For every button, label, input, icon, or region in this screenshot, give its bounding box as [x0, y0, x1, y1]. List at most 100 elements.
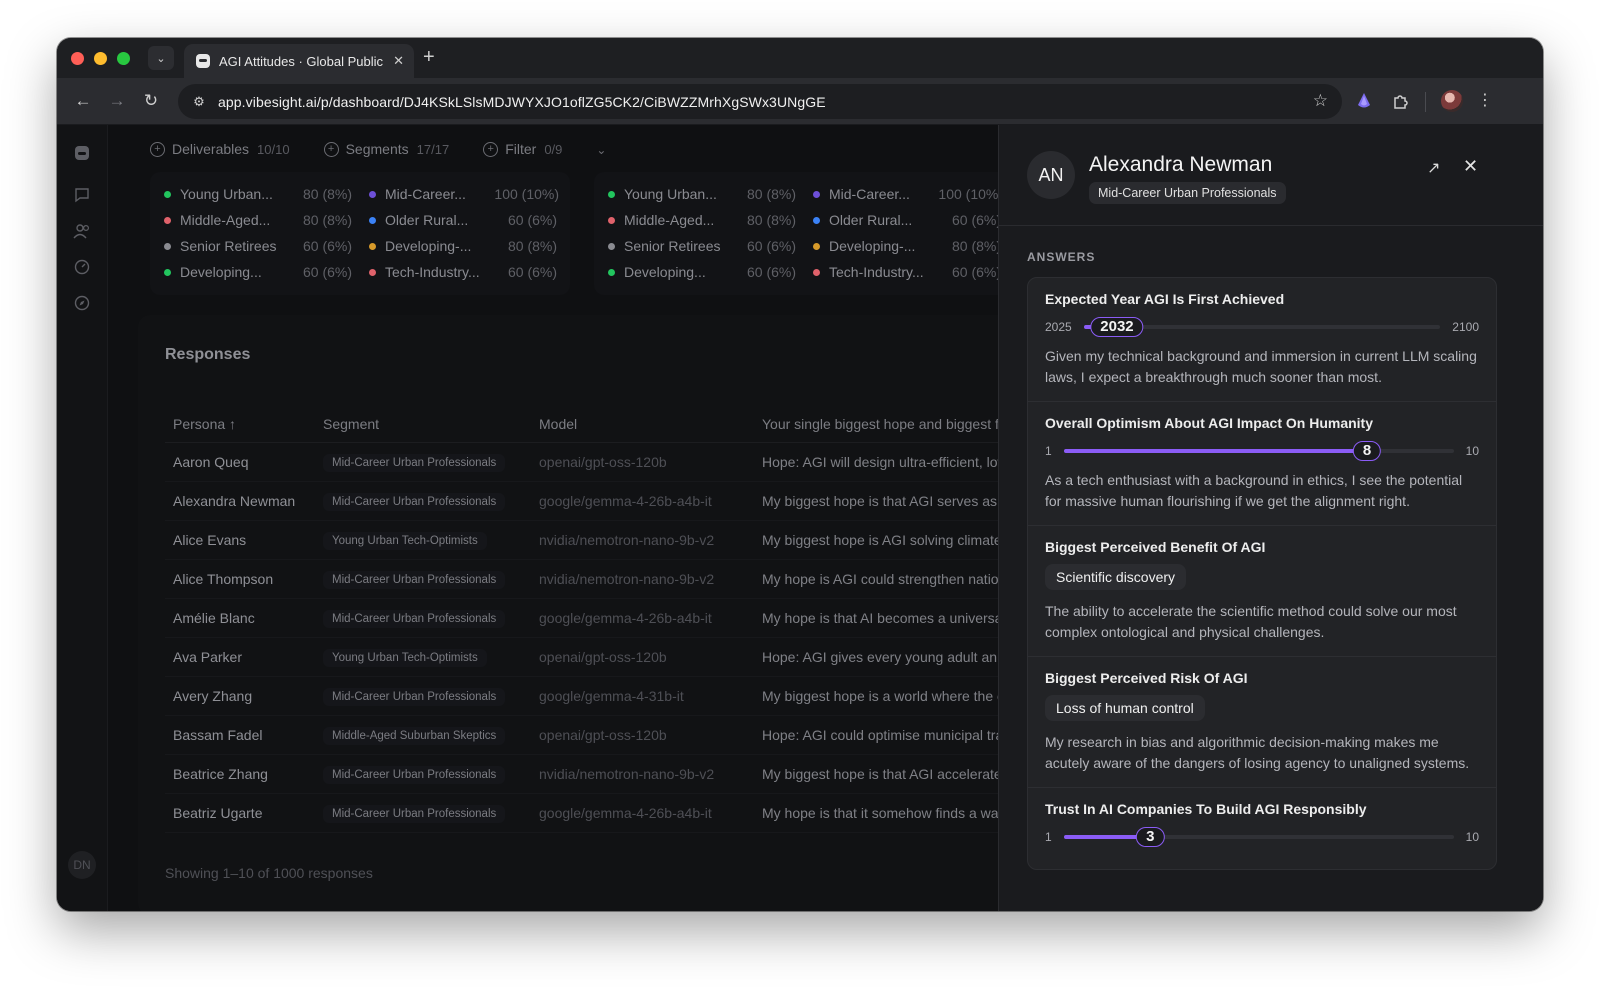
answer-question: Biggest Perceived Risk Of AGI	[1045, 670, 1248, 686]
segment-legend-item[interactable]: Mid-Career... 100 (10%)	[369, 186, 559, 202]
extensions-puzzle-icon[interactable]	[1390, 90, 1412, 112]
segment-color-dot	[813, 268, 820, 276]
segment-legend-item[interactable]: Middle-Aged... 80 (8%)	[608, 212, 798, 228]
segment-cell: Mid-Career Urban Professionals	[313, 687, 533, 706]
table-row[interactable]: Bassam Fadel Middle-Aged Suburban Skepti…	[165, 716, 998, 755]
answer-item: Trust In AI Companies To Build AGI Respo…	[1028, 788, 1496, 869]
segment-name: Developing-...	[829, 238, 916, 254]
site-settings-icon[interactable]: ⚙	[190, 93, 208, 111]
reload-icon[interactable]: ↻	[139, 89, 163, 113]
chevron-down-icon: ⌄	[596, 143, 607, 157]
column-header-question[interactable]: Your single biggest hope and biggest fea…	[753, 416, 998, 432]
expand-filters-button[interactable]: ⌄	[596, 141, 606, 157]
segment-legend: Young Urban... 80 (8%) Mid-Career... 100 (1…	[608, 186, 998, 280]
tab-search-chevron-icon[interactable]: ⌄	[148, 46, 174, 70]
segment-count: 80 (8%)	[952, 238, 998, 254]
segment-color-dot	[608, 268, 615, 276]
browser-menu-icon[interactable]: ⋮	[1477, 90, 1493, 110]
forward-arrow-icon[interactable]: →	[105, 89, 129, 113]
segment-color-dot	[369, 216, 376, 224]
panel-header: AN Alexandra Newman Mid-Career Urban Pro…	[999, 125, 1543, 226]
app-area: DN + Deliverables 10/10 + Segments 17/17…	[57, 125, 1543, 911]
address-bar[interactable]: ⚙ app.vibesight.ai/p/dashboard/DJ4KSkLSl…	[178, 84, 1342, 119]
table-row[interactable]: Amélie Blanc Mid-Career Urban Profession…	[165, 599, 998, 638]
new-tab-plus-icon[interactable]: +	[423, 47, 435, 67]
column-header-persona[interactable]: Persona ↑	[165, 416, 313, 432]
segment-badge: Mid-Career Urban Professionals	[323, 804, 506, 823]
column-header-segment[interactable]: Segment	[313, 416, 533, 432]
answer-rationale: The ability to accelerate the scientific…	[1045, 603, 1457, 640]
plus-circle-icon: +	[150, 141, 165, 157]
app-logo-icon[interactable]	[72, 143, 92, 163]
profile-avatar[interactable]	[1441, 90, 1463, 112]
filter-label: Deliverables	[172, 141, 250, 157]
segment-legend-item[interactable]: Senior Retirees 60 (6%)	[164, 238, 354, 254]
filter-button[interactable]: + Filter 0/9	[483, 141, 562, 157]
model-cell: openai/gpt-oss-120b	[539, 649, 667, 665]
segment-cell: Middle-Aged Suburban Skeptics	[313, 726, 533, 745]
segment-legend-item[interactable]: Tech-Industry... 60 (6%)	[369, 264, 559, 280]
bookmark-star-icon[interactable]: ☆	[1313, 91, 1328, 111]
minimize-window-button[interactable]	[94, 52, 107, 65]
users-icon[interactable]	[72, 221, 92, 241]
browser-toolbar: ← → ↻ ⚙ app.vibesight.ai/p/dashboard/DJ4…	[57, 78, 1543, 125]
table-body: Aaron Queq Mid-Career Urban Professional…	[165, 443, 998, 833]
segment-color-dot	[164, 190, 171, 198]
answers-list: Expected Year AGI Is First Achieved 2025…	[1027, 277, 1497, 870]
segment-legend-item[interactable]: Middle-Aged... 80 (8%)	[164, 212, 354, 228]
segment-cell: Mid-Career Urban Professionals	[313, 570, 533, 589]
slider-max: 2100	[1452, 320, 1479, 334]
segment-legend-item[interactable]: Mid-Career... 100 (10%)	[813, 186, 998, 202]
segment-count: 60 (6%)	[303, 264, 353, 280]
table-row[interactable]: Beatriz Ugarte Mid-Career Urban Professi…	[165, 794, 998, 833]
table-row[interactable]: Aaron Queq Mid-Career Urban Professional…	[165, 443, 998, 482]
segment-legend-item[interactable]: Developing-... 80 (8%)	[813, 238, 998, 254]
segment-name: Developing-...	[385, 238, 472, 254]
left-rail: DN	[57, 125, 108, 911]
chat-icon[interactable]	[72, 185, 92, 205]
toolbar-divider	[1425, 92, 1426, 112]
segment-legend-item[interactable]: Older Rural... 60 (6%)	[369, 212, 559, 228]
segment-legend-item[interactable]: Older Rural... 60 (6%)	[813, 212, 998, 228]
table-row[interactable]: Alexandra Newman Mid-Career Urban Profes…	[165, 482, 998, 521]
table-row[interactable]: Beatrice Zhang Mid-Career Urban Professi…	[165, 755, 998, 794]
close-icon[interactable]: ✕	[1463, 156, 1478, 177]
answer-item: Biggest Perceived Risk Of AGI Loss of hum…	[1028, 657, 1496, 788]
compass-icon[interactable]	[72, 293, 92, 313]
tab-close-icon[interactable]: ✕	[393, 53, 404, 69]
user-avatar[interactable]: DN	[68, 851, 96, 879]
open-external-arrow-icon[interactable]: ↗	[1427, 158, 1440, 178]
table-row[interactable]: Ava Parker Young Urban Tech-Optimists op…	[165, 638, 998, 677]
answer-question: Overall Optimism About AGI Impact On Hum…	[1045, 415, 1374, 431]
table-row[interactable]: Alice Thompson Mid-Career Urban Professi…	[165, 560, 998, 599]
browser-tab-active[interactable]: AGI Attitudes · Global Public I ✕	[184, 44, 414, 78]
segment-legend-item[interactable]: Young Urban... 80 (8%)	[608, 186, 798, 202]
table-row[interactable]: Avery Zhang Mid-Career Urban Professiona…	[165, 677, 998, 716]
segment-legend-item[interactable]: Tech-Industry... 60 (6%)	[813, 264, 998, 280]
segment-legend-item[interactable]: Developing-... 80 (8%)	[369, 238, 559, 254]
close-window-button[interactable]	[71, 52, 84, 65]
segments-filter-button[interactable]: + Segments 17/17	[323, 141, 449, 157]
segment-legend-item[interactable]: Developing... 60 (6%)	[608, 264, 798, 280]
segment-count: 80 (8%)	[508, 238, 558, 254]
segment-legend-item[interactable]: Developing... 60 (6%)	[164, 264, 354, 280]
column-header-model[interactable]: Model	[533, 416, 753, 432]
segment-legend-item[interactable]: Senior Retirees 60 (6%)	[608, 238, 798, 254]
segment-count: 60 (6%)	[508, 212, 558, 228]
dashboard-gauge-icon[interactable]	[72, 257, 92, 277]
table-row[interactable]: Alice Evans Young Urban Tech-Optimists n…	[165, 521, 998, 560]
answer-rationale: Given my technical background and immers…	[1045, 348, 1477, 385]
extension-purple-icon[interactable]	[1353, 90, 1375, 112]
segment-color-dot	[369, 242, 376, 250]
segment-color-dot	[813, 216, 820, 224]
url-text[interactable]: app.vibesight.ai/p/dashboard/DJ4KSkLSlsM…	[218, 94, 826, 110]
tab-title: AGI Attitudes · Global Public I	[219, 53, 386, 69]
persona-avatar: AN	[1027, 151, 1075, 199]
segment-legend-item[interactable]: Young Urban... 80 (8%)	[164, 186, 354, 202]
segment-legend: Young Urban... 80 (8%) Mid-Career... 100 (1…	[164, 186, 559, 280]
deliverables-filter-button[interactable]: + Deliverables 10/10	[150, 141, 290, 157]
segment-badge: Young Urban Tech-Optimists	[323, 648, 487, 667]
segment-count: 60 (6%)	[952, 264, 998, 280]
back-arrow-icon[interactable]: ←	[71, 89, 95, 113]
maximize-window-button[interactable]	[117, 52, 130, 65]
